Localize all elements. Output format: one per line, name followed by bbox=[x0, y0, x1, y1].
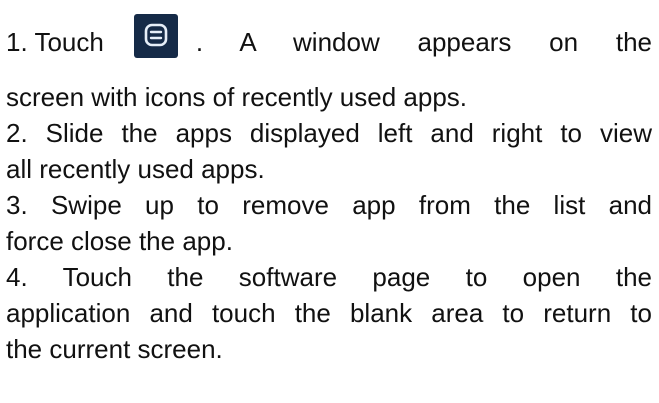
step-1-suffix-text: . A window appears on the bbox=[195, 27, 652, 57]
step-2-line-1: 2. Slide the apps displayed left and rig… bbox=[6, 118, 652, 148]
step-4-line-1: 4. Touch the software page to open the bbox=[6, 262, 652, 292]
step-3-line-2: force close the app. bbox=[6, 226, 233, 256]
step-4-line-2: application and touch the blank area to … bbox=[6, 298, 652, 328]
step-3-line-1: 3. Swipe up to remove app from the list … bbox=[6, 190, 652, 220]
step-4-line-3: the current screen. bbox=[6, 334, 223, 364]
recent-apps-icon bbox=[133, 14, 178, 58]
step-2-line-2: all recently used apps. bbox=[6, 154, 265, 184]
step-1-line-1: 1. Touch . A window appears on the bbox=[6, 14, 652, 60]
step-1-prefix-text: 1. Touch bbox=[6, 27, 104, 57]
step-1-line-2: screen with icons of recently used apps. bbox=[6, 82, 468, 112]
